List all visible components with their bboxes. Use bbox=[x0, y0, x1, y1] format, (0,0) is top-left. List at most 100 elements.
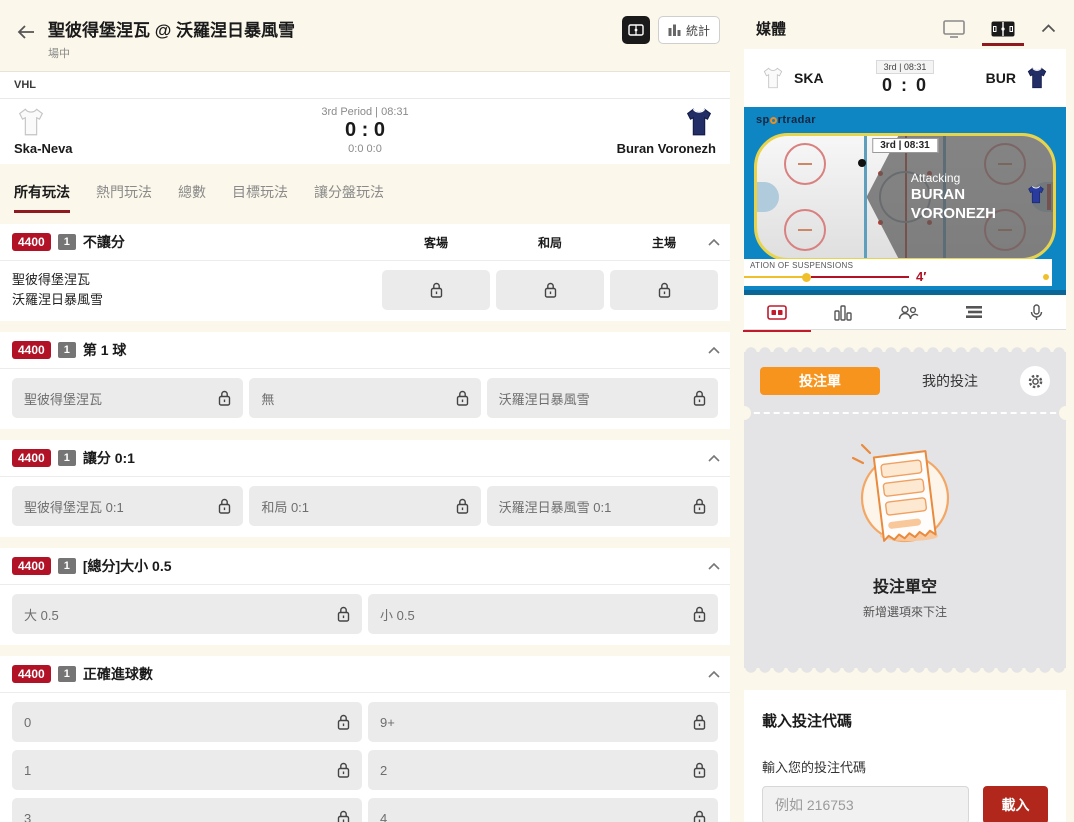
tab-popular[interactable]: 熱門玩法 bbox=[96, 182, 152, 213]
odds-label: 9+ bbox=[380, 715, 395, 730]
odds-button-home[interactable] bbox=[610, 270, 718, 310]
lock-icon bbox=[218, 390, 231, 406]
odds-label: 小 0.5 bbox=[380, 605, 415, 624]
collapse-chevron-icon[interactable] bbox=[708, 449, 720, 467]
row-label-away: 沃羅涅日暴風雪 bbox=[12, 290, 382, 310]
bet-code-input[interactable] bbox=[762, 786, 969, 822]
market-count-badge: 1 bbox=[58, 342, 76, 358]
lock-icon bbox=[693, 606, 706, 622]
odds-button[interactable]: 1 bbox=[12, 750, 362, 790]
market-handicap: 4400 1 讓分 0:1 聖彼得堡涅瓦 0:1 和局 0:1 沃羅涅日暴風雪 … bbox=[0, 440, 730, 537]
mybets-tab[interactable]: 我的投注 bbox=[880, 371, 1020, 391]
odds-button[interactable]: 小 0.5 bbox=[368, 594, 718, 634]
odds-button[interactable]: 和局 0:1 bbox=[249, 486, 480, 526]
media-title: 媒體 bbox=[756, 18, 943, 39]
media-tab-bar bbox=[744, 296, 1066, 330]
odds-button[interactable]: 9+ bbox=[368, 702, 718, 742]
betslip-tabs: 投注單 我的投注 bbox=[760, 366, 1050, 396]
tab-commentary[interactable] bbox=[1020, 300, 1053, 325]
market-row-labels: 聖彼得堡涅瓦 沃羅涅日暴風雪 bbox=[12, 270, 382, 310]
collapse-media-button[interactable] bbox=[1041, 24, 1056, 33]
chevron-up-icon bbox=[1041, 24, 1056, 33]
away-team: Buran Voronezh bbox=[556, 105, 716, 156]
lock-icon bbox=[658, 282, 671, 298]
collapse-chevron-icon[interactable] bbox=[708, 557, 720, 575]
timeline-suspension bbox=[811, 276, 909, 278]
market-correct-score: 4400 1 正確進球數 0 9+ bbox=[0, 656, 730, 822]
market-total: 4400 1 [總分]大小 0.5 大 0.5 小 0.5 bbox=[0, 548, 730, 645]
mini-score-value: 0 : 0 bbox=[882, 75, 928, 96]
betslip-empty-subtitle: 新增選項來下注 bbox=[760, 603, 1050, 620]
odds-button[interactable]: 無 bbox=[249, 378, 480, 418]
bar-chart-icon bbox=[668, 24, 681, 36]
odds-label: 1 bbox=[24, 763, 31, 778]
media-sidebar: 媒體 bbox=[744, 0, 1066, 822]
back-button[interactable] bbox=[12, 18, 40, 46]
odds-button[interactable]: 0 bbox=[12, 702, 362, 742]
tab-handicap[interactable]: 讓分盤玩法 bbox=[314, 182, 384, 213]
home-team-name: Ska-Neva bbox=[14, 141, 174, 156]
attacking-team-line1: BURAN bbox=[911, 186, 996, 205]
tab-lineups[interactable] bbox=[955, 301, 993, 324]
load-code-button[interactable]: 載入 bbox=[983, 786, 1048, 822]
pitch-icon bbox=[628, 24, 644, 36]
odds-button[interactable]: 聖彼得堡涅瓦 bbox=[12, 378, 243, 418]
tab-all-markets[interactable]: 所有玩法 bbox=[14, 182, 70, 213]
stats-button[interactable]: 統計 bbox=[658, 16, 720, 44]
load-code-label: 輸入您的投注代碼 bbox=[762, 757, 1048, 776]
market-count-badge: 1 bbox=[58, 234, 76, 250]
collapse-chevron-icon[interactable] bbox=[708, 233, 720, 251]
tab-statistics[interactable] bbox=[824, 301, 862, 325]
betslip-tab-button[interactable]: 投注單 bbox=[760, 367, 880, 395]
monitor-icon bbox=[943, 20, 965, 38]
match-panel: 聖彼得堡涅瓦 @ 沃羅涅日暴風雪 場中 bbox=[0, 0, 730, 822]
page: 聖彼得堡涅瓦 @ 沃羅涅日暴風雪 場中 bbox=[0, 0, 1074, 822]
tab-goals[interactable]: 目標玩法 bbox=[232, 182, 288, 213]
lock-icon bbox=[430, 282, 443, 298]
betslip-settings-button[interactable] bbox=[1020, 366, 1050, 396]
odds-label: 沃羅涅日暴風雪 bbox=[499, 389, 590, 408]
period-label: 3rd Period | 08:31 bbox=[321, 106, 408, 118]
mini-away-abbr: BUR bbox=[986, 70, 1016, 86]
logo-dot bbox=[770, 117, 777, 124]
puck-icon bbox=[858, 159, 866, 167]
odds-button[interactable]: 大 0.5 bbox=[12, 594, 362, 634]
tracker-toggle-button[interactable] bbox=[622, 16, 650, 44]
attacking-label: Attacking bbox=[911, 171, 996, 186]
home-jersey-icon bbox=[760, 64, 786, 92]
odds-button[interactable]: 聖彼得堡涅瓦 0:1 bbox=[12, 486, 243, 526]
market-header: 4400 1 讓分 0:1 bbox=[0, 440, 730, 477]
odds-label: 沃羅涅日暴風雪 0:1 bbox=[499, 497, 612, 516]
tracker-view-button[interactable] bbox=[991, 21, 1015, 37]
odds-button[interactable]: 2 bbox=[368, 750, 718, 790]
match-header: 聖彼得堡涅瓦 @ 沃羅涅日暴風雪 場中 bbox=[0, 0, 730, 71]
stream-view-button[interactable] bbox=[943, 20, 965, 38]
load-code-row: 載入 bbox=[762, 786, 1048, 822]
market-header: 4400 1 第 1 球 bbox=[0, 332, 730, 369]
lock-icon bbox=[693, 714, 706, 730]
odds-label: 2 bbox=[380, 763, 387, 778]
tab-match-tracker[interactable] bbox=[757, 301, 797, 324]
score-value: 0 : 0 bbox=[345, 119, 385, 142]
rink-period-badge: 3rd | 08:31 bbox=[872, 138, 938, 153]
timeline-marker bbox=[802, 273, 811, 282]
odds-label: 無 bbox=[261, 389, 274, 408]
blue-line bbox=[864, 136, 867, 258]
odds-button[interactable]: 4 bbox=[368, 798, 718, 822]
odds-button-draw[interactable] bbox=[496, 270, 604, 310]
odds-button[interactable]: 沃羅涅日暴風雪 bbox=[487, 378, 718, 418]
betslip-empty-state: 投注單空 新增選項來下注 bbox=[760, 414, 1050, 650]
lock-icon bbox=[544, 282, 557, 298]
market-header: 4400 1 [總分]大小 0.5 bbox=[0, 548, 730, 585]
player-jersey-icon bbox=[1025, 183, 1047, 212]
odds-button-away[interactable] bbox=[382, 270, 490, 310]
tab-totals[interactable]: 總數 bbox=[178, 182, 206, 213]
market-id-badge: 4400 bbox=[12, 233, 51, 251]
mini-scoreboard: SKA 3rd | 08:31 0 : 0 BUR bbox=[744, 49, 1066, 107]
odds-button[interactable]: 沃羅涅日暴風雪 0:1 bbox=[487, 486, 718, 526]
faceoff-circle bbox=[784, 143, 826, 185]
tab-head-to-head[interactable] bbox=[888, 301, 929, 324]
collapse-chevron-icon[interactable] bbox=[708, 341, 720, 359]
collapse-chevron-icon[interactable] bbox=[708, 665, 720, 683]
odds-button[interactable]: 3 bbox=[12, 798, 362, 822]
